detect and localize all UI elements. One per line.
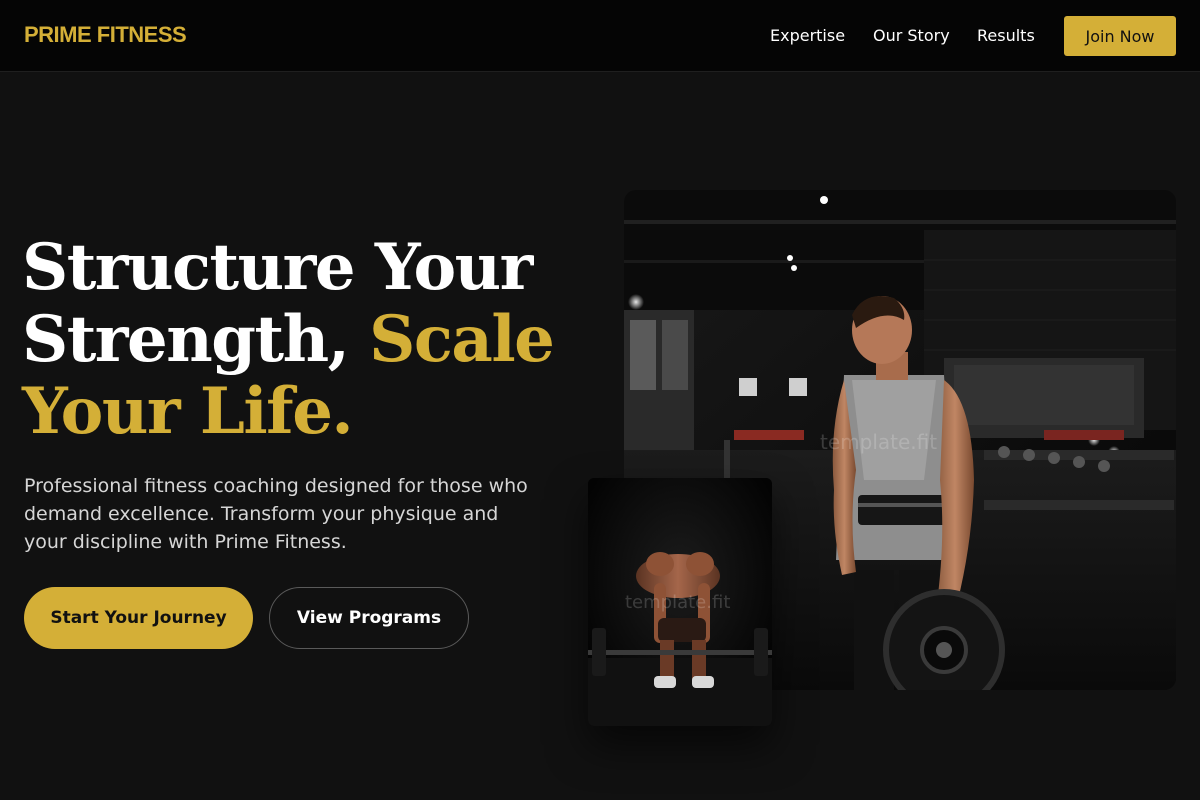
hero-secondary-image: template.fit — [588, 478, 772, 726]
nav-link-results[interactable]: Results — [977, 26, 1035, 45]
hero-description: Professional fitness coaching designed f… — [24, 475, 528, 553]
nav-link-expertise[interactable]: Expertise — [770, 26, 845, 45]
hero-title-highlight-1: Scale — [369, 302, 555, 377]
view-programs-button[interactable]: View Programs — [269, 587, 469, 649]
hero-title-line2: Strength, — [22, 302, 370, 377]
top-navbar: PRIME FITNESS Expertise Our Story Result… — [0, 0, 1200, 72]
hero-title-highlight-2: Your Life. — [22, 374, 354, 449]
join-now-button[interactable]: Join Now — [1064, 16, 1176, 56]
deadlift-athlete-illustration — [588, 478, 772, 726]
hero-title-line1: Structure Your — [22, 230, 533, 305]
brand-logo[interactable]: PRIME FITNESS — [24, 22, 187, 48]
nav-link-our-story[interactable]: Our Story — [873, 26, 950, 45]
hero-title: Structure Your Strength, Scale Your Life… — [22, 232, 582, 448]
start-journey-button[interactable]: Start Your Journey — [24, 587, 253, 649]
